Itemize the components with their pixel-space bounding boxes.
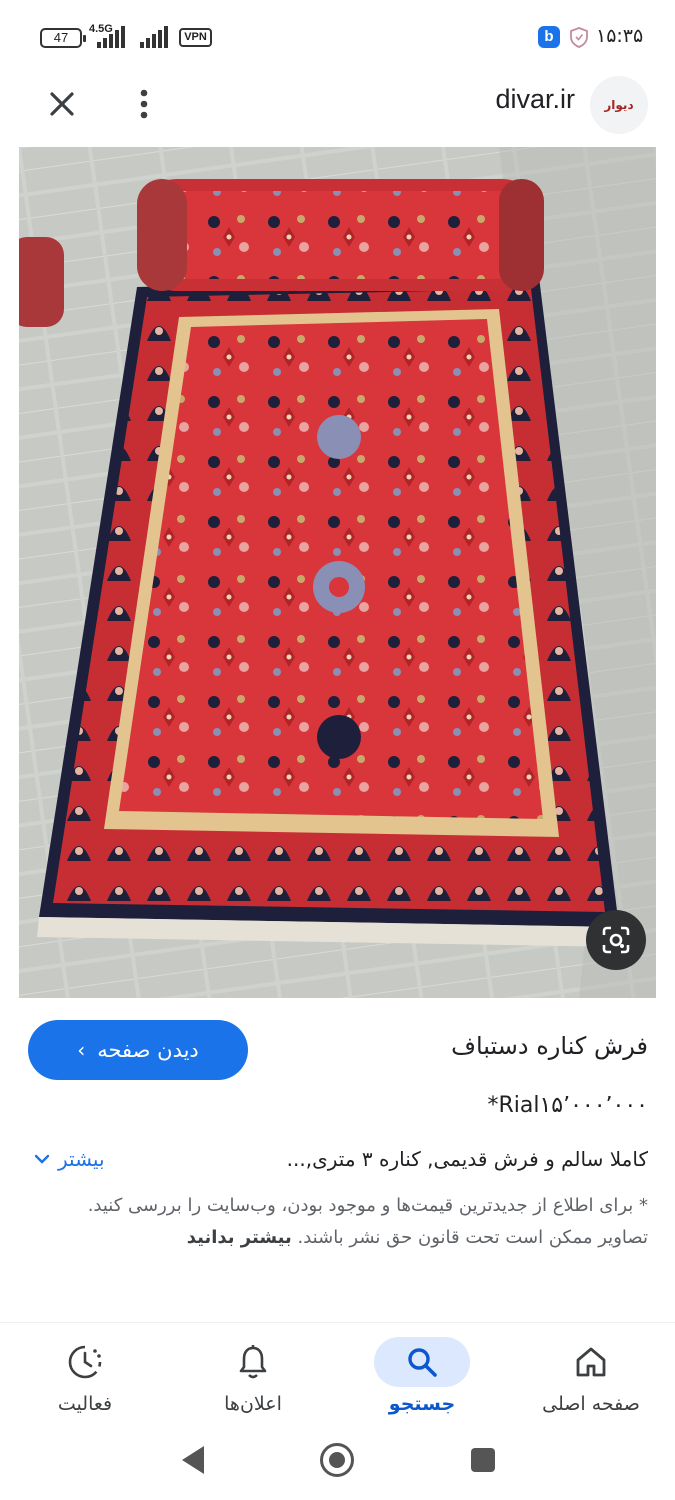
more-vert-icon[interactable] <box>134 86 154 122</box>
site-logo[interactable]: دیوار <box>590 76 648 134</box>
nav-notifications[interactable]: اعلان‌ها <box>173 1323 333 1433</box>
lens-button[interactable] <box>586 910 646 970</box>
result-price: *Rial۱۵٬۰۰۰٬۰۰۰ <box>487 1093 648 1118</box>
chevron-left-icon: ‹ <box>77 1038 86 1062</box>
vpn-icon: VPN <box>179 28 212 47</box>
site-name[interactable]: divar.ir <box>430 84 575 115</box>
app-notification-icon: b <box>538 26 560 48</box>
recent-apps-button[interactable] <box>471 1448 495 1472</box>
battery-indicator: 47 <box>40 28 86 48</box>
activity-icon <box>37 1337 133 1387</box>
result-title: فرش کناره دستباف <box>451 1032 648 1060</box>
back-icon[interactable] <box>180 1444 206 1476</box>
clock: ۱۵:۳۵ <box>596 25 644 47</box>
nav-activity[interactable]: فعالیت <box>5 1323 165 1433</box>
home-button[interactable] <box>320 1443 354 1477</box>
home-icon <box>543 1337 639 1387</box>
copyright-notice: * برای اطلاع از جدیدترین قیمت‌ها و موجود… <box>40 1190 648 1254</box>
system-navigation <box>0 1432 675 1500</box>
more-label: بیشتر <box>58 1147 105 1171</box>
carpet-image <box>19 147 656 998</box>
notice-text: * برای اطلاع از جدیدترین قیمت‌ها و موجود… <box>87 1195 648 1248</box>
search-icon <box>374 1337 470 1387</box>
nav-home-label: صفحه اصلی <box>542 1393 640 1415</box>
lens-icon <box>602 926 630 954</box>
close-icon[interactable] <box>44 86 80 122</box>
bottom-navigation: فعالیت اعلان‌ها جستجو صفحه اصلی <box>0 1322 675 1432</box>
result-image[interactable] <box>19 147 656 998</box>
signal-icon <box>140 26 168 48</box>
shield-icon <box>570 27 588 48</box>
visit-page-button[interactable]: ‹ دیدن صفحه <box>28 1020 248 1080</box>
chevron-down-icon <box>34 1154 50 1164</box>
nav-search-label: جستجو <box>388 1393 456 1415</box>
nav-notifications-label: اعلان‌ها <box>224 1393 282 1415</box>
learn-more-link[interactable]: بیشتر بدانید <box>187 1227 292 1248</box>
site-logo-text: دیوار <box>604 98 634 112</box>
bell-icon <box>205 1337 301 1387</box>
nav-search[interactable]: جستجو <box>342 1323 502 1433</box>
signal-icon <box>97 26 125 48</box>
more-button[interactable]: بیشتر <box>34 1147 144 1171</box>
browser-header: divar.ir دیوار <box>0 76 675 146</box>
status-bar: 47 4.5G VPN b ۱۵:۳۵ <box>0 0 675 76</box>
nav-home[interactable]: صفحه اصلی <box>511 1323 671 1433</box>
visit-page-label: دیدن صفحه <box>97 1038 199 1062</box>
result-description: کاملا سالم و فرش قدیمی, کناره ۳ متری,... <box>286 1147 648 1171</box>
nav-activity-label: فعالیت <box>57 1393 113 1415</box>
